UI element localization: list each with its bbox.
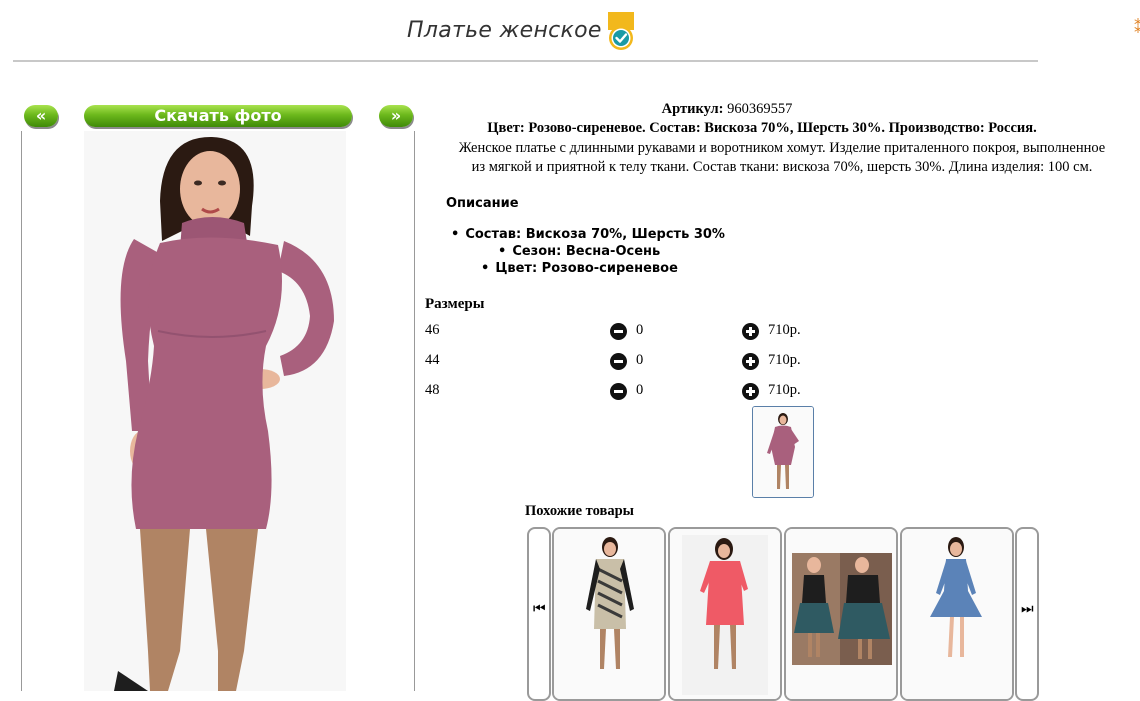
plus-icon[interactable] [742, 383, 759, 400]
size-row: 48 0 710р. [425, 382, 825, 402]
product-thumbnail[interactable] [752, 406, 814, 498]
article-value: 960369557 [727, 101, 793, 117]
verified-badge-icon [608, 12, 634, 50]
size-qty: 0 [636, 352, 644, 368]
size-value: 44 [425, 352, 440, 368]
size-value: 48 [425, 382, 440, 398]
plus-icon[interactable] [742, 323, 759, 340]
similar-product-card[interactable] [668, 527, 782, 701]
minus-icon[interactable] [610, 323, 627, 340]
description-item: Цвет: Розово-сиреневое [481, 261, 678, 276]
size-row: 44 0 710р. [425, 352, 825, 372]
size-row: 46 0 710р. [425, 322, 825, 342]
description-line-2: из мягкой и приятной к телу ткани. Соста… [471, 159, 1093, 175]
description-item: Состав: Вискоза 70%, Шерсть 30% [451, 227, 725, 242]
carousel-prev-button[interactable]: ⏮ [527, 527, 551, 701]
main-product-photo[interactable] [21, 131, 415, 691]
description-heading: Описание [446, 196, 519, 211]
sizes-heading: Размеры [425, 296, 485, 312]
size-qty: 0 [636, 382, 644, 398]
size-qty: 0 [636, 322, 644, 338]
size-price: 710р. [768, 352, 801, 368]
page-title: Платье женское [407, 18, 602, 43]
description-text: Женское платье с длинными рукавами и вор… [424, 139, 1140, 177]
carousel-next-button[interactable]: ⏭ [1015, 527, 1039, 701]
article-label: Артикул: [661, 101, 724, 117]
similar-product-card[interactable] [784, 527, 898, 701]
similar-heading: Похожие товары [525, 503, 634, 519]
skip-prev-icon: ⏮ [533, 601, 546, 617]
plus-icon[interactable] [742, 353, 759, 370]
size-price: 710р. [768, 382, 801, 398]
description-line-1: Женское платье с длинными рукавами и вор… [458, 140, 1106, 156]
size-value: 46 [425, 322, 440, 338]
minus-icon[interactable] [610, 383, 627, 400]
description-item: Сезон: Весна-Осень [498, 244, 660, 259]
similar-product-card[interactable] [552, 527, 666, 701]
size-price: 710р. [768, 322, 801, 338]
corner-mark-icon: ⁑ [1134, 18, 1140, 37]
skip-next-icon: ⏭ [1021, 601, 1034, 617]
minus-icon[interactable] [610, 353, 627, 370]
similar-product-card[interactable] [900, 527, 1014, 701]
prev-photo-button[interactable]: « [24, 105, 58, 127]
title-divider [13, 60, 1038, 62]
download-photo-button[interactable]: Скачать фото [84, 105, 352, 127]
spec-line: Цвет: Розово-сиреневое. Состав: Вискоза … [487, 120, 1037, 136]
article-line: Артикул: 960369557 [314, 101, 1140, 118]
